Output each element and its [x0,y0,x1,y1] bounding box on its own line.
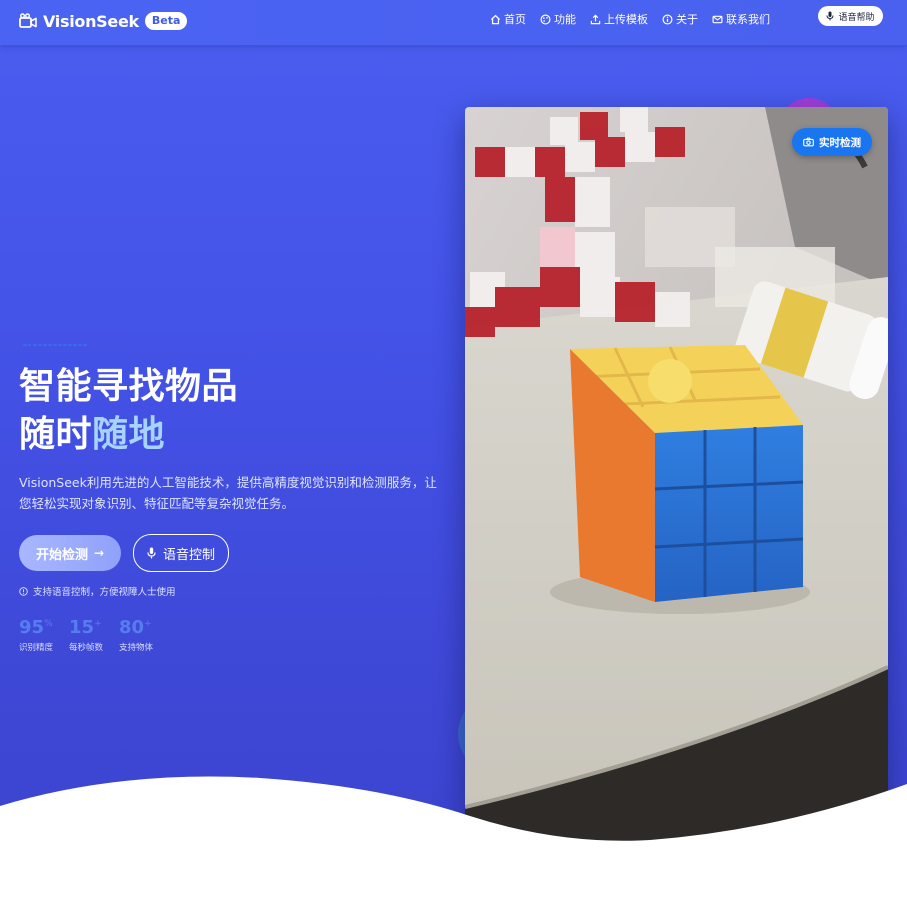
arrow-right-icon: → [93,546,105,560]
info-icon [19,586,28,596]
nav-item-contact[interactable]: 联系我们 [712,11,770,27]
bottom-wave-divider [0,776,907,914]
voice-help-label: 语音帮助 [838,12,875,23]
hero-title-highlight-a: 随时 [19,414,93,455]
accessibility-hint-text: 支持语音控制，方便视障人士使用 [33,587,176,598]
camera-icon [803,137,814,147]
hero-section: VisionSeek Beta 首页 功能 上传模板 关于 联系我们 语音帮助 … [0,0,907,914]
accessibility-hint: 支持语音控制，方便视障人士使用 [19,584,176,598]
stat-unit: + [144,619,152,629]
start-detection-button[interactable]: 开始检测 → [19,535,121,571]
nav-item-home[interactable]: 首页 [490,11,526,27]
nav-item-label: 联系我们 [726,13,770,26]
voice-help-button[interactable]: 语音帮助 [818,6,883,26]
nav-item-features[interactable]: 功能 [540,11,576,27]
stat-label: 识别精度 [19,643,54,653]
nav-item-upload-template[interactable]: 上传模板 [590,11,648,27]
microphone-icon [147,547,156,559]
stat-value: 15 [69,617,95,638]
start-detection-label: 开始检测 [35,547,88,563]
hero-description: VisionSeek利用先进的人工智能技术，提供高精度视觉识别和检测服务，让您轻… [19,475,437,511]
hero-title-highlight-b: 随地 [92,414,166,455]
stat-value: 80 [119,617,145,638]
hero-title-line2: 随时随地 [19,412,165,458]
nav-item-label: 功能 [554,13,576,26]
nav-item-about[interactable]: 关于 [662,11,698,27]
info-icon [662,14,673,24]
brand-name: VisionSeek [43,11,139,31]
stat-value: 95 [19,617,45,638]
upload-icon [590,14,601,24]
live-detection-badge[interactable]: 实时检测 [792,128,872,156]
voice-control-label: 语音控制 [162,547,215,563]
stat-unit: % [44,619,53,629]
stat-label: 每秒帧数 [69,643,104,653]
stat-accuracy: 95% 识别精度 [19,613,53,653]
camera-feed-illustration [465,107,888,847]
detection-preview-image [465,107,888,847]
microphone-icon [826,11,834,21]
nav-item-label: 关于 [676,13,698,26]
palette-icon [540,14,551,24]
brand-logo[interactable]: VisionSeek Beta [19,9,188,33]
hero-tag-decoration [22,340,92,350]
beta-badge: Beta [144,12,188,30]
hero-title-line1: 智能寻找物品 [19,366,239,407]
home-icon [490,14,501,24]
navbar: VisionSeek Beta 首页 功能 上传模板 关于 联系我们 语音帮助 [0,0,907,45]
live-detection-label: 实时检测 [819,136,861,149]
stat-objects: 80+ 支持物体 [119,613,153,653]
video-camera-icon [19,13,37,28]
stats-row: 95% 识别精度 15+ 每秒帧数 80+ 支持物体 [19,613,169,653]
nav-item-label: 首页 [504,13,526,26]
nav-menu: 首页 功能 上传模板 关于 联系我们 [490,11,784,27]
stat-label: 支持物体 [119,643,154,653]
nav-item-label: 上传模板 [604,13,648,26]
voice-control-button[interactable]: 语音控制 [133,534,229,572]
stat-unit: + [94,619,102,629]
mail-icon [712,15,723,23]
stat-fps: 15+ 每秒帧数 [69,613,103,653]
